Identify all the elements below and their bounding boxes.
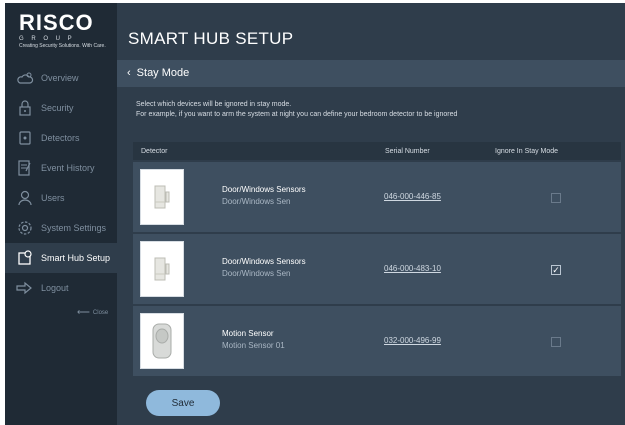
main-content: SMART HUB SETUP ‹ Stay Mode Select which… bbox=[117, 3, 625, 425]
sidebar-item-label: Smart Hub Setup bbox=[41, 253, 111, 263]
sidebar-item-overview[interactable]: Overview bbox=[5, 63, 117, 93]
description: Select which devices will be ignored in … bbox=[136, 100, 457, 120]
risco-logo: RISCO G R O U P Creating Security Soluti… bbox=[19, 12, 109, 60]
checkmark-icon: ✓ bbox=[552, 264, 560, 275]
sidebar-item-logout[interactable]: Logout bbox=[5, 273, 117, 303]
column-ignore: Ignore In Stay Mode bbox=[495, 147, 559, 155]
sidebar: RISCO G R O U P Creating Security Soluti… bbox=[5, 3, 117, 425]
page-header: SMART HUB SETUP bbox=[117, 3, 625, 60]
close-label: Close bbox=[92, 309, 109, 316]
sidebar-item-detectors[interactable]: Detectors bbox=[5, 123, 117, 153]
event-history-icon bbox=[15, 159, 35, 177]
logo-group-text: G R O U P bbox=[19, 36, 75, 42]
table-header: Detector Serial Number Ignore In Stay Mo… bbox=[133, 142, 621, 160]
sidebar-item-label: System Settings bbox=[41, 223, 107, 233]
serial-number-link[interactable]: 032-000-496-99 bbox=[384, 336, 441, 345]
device-name: Door/Windows Sensors bbox=[222, 257, 306, 266]
page-title: SMART HUB SETUP bbox=[128, 29, 294, 48]
description-line-1: Select which devices will be ignored in … bbox=[136, 101, 292, 108]
device-label: Motion Sensor 01 bbox=[222, 341, 285, 350]
save-button[interactable]: Save bbox=[146, 390, 220, 416]
column-detector: Detector bbox=[141, 147, 168, 155]
sidebar-item-label: Security bbox=[41, 103, 74, 113]
column-serial: Serial Number bbox=[385, 147, 430, 155]
logout-icon bbox=[15, 279, 35, 297]
arrow-left-icon: ⟵ bbox=[77, 307, 90, 317]
smart-hub-icon bbox=[15, 249, 35, 267]
table-row: Door/Windows Sensors Door/Windows Sen 04… bbox=[133, 234, 621, 304]
back-label: Stay Mode bbox=[136, 67, 190, 79]
logo-tagline: Creating Security Solutions. With Care. bbox=[19, 43, 106, 49]
back-button[interactable]: ‹ Stay Mode bbox=[127, 67, 189, 79]
table-row: Motion Sensor Motion Sensor 01 032-000-4… bbox=[133, 306, 621, 376]
sidebar-item-event-history[interactable]: Event History bbox=[5, 153, 117, 183]
user-icon bbox=[15, 189, 35, 207]
sidebar-item-security[interactable]: Security bbox=[5, 93, 117, 123]
sub-header: ‹ Stay Mode bbox=[117, 60, 625, 87]
serial-number-link[interactable]: 046-000-483-10 bbox=[384, 264, 441, 273]
sidebar-item-system-settings[interactable]: System Settings bbox=[5, 213, 117, 243]
door-window-sensor-image bbox=[140, 241, 184, 297]
sidebar-item-label: Event History bbox=[41, 163, 95, 173]
ignore-checkbox[interactable] bbox=[551, 337, 561, 347]
lock-icon bbox=[15, 99, 35, 117]
sidebar-item-smart-hub-setup[interactable]: Smart Hub Setup bbox=[5, 243, 117, 273]
gear-icon bbox=[15, 219, 35, 237]
device-label: Door/Windows Sen bbox=[222, 269, 291, 278]
device-label: Door/Windows Sen bbox=[222, 197, 291, 206]
close-sidebar-button[interactable]: ⟵ Close bbox=[77, 307, 108, 318]
app-window: RISCO G R O U P Creating Security Soluti… bbox=[0, 0, 625, 425]
logo-wordmark: RISCO bbox=[19, 12, 109, 34]
device-name: Motion Sensor bbox=[222, 329, 274, 338]
detector-icon bbox=[15, 129, 35, 147]
sidebar-nav: Overview Security Detectors Event Histor… bbox=[5, 63, 117, 303]
device-name: Door/Windows Sensors bbox=[222, 185, 306, 194]
sidebar-item-label: Overview bbox=[41, 73, 79, 83]
ignore-checkbox[interactable] bbox=[551, 193, 561, 203]
sidebar-item-label: Users bbox=[41, 193, 65, 203]
cloud-sun-icon bbox=[15, 69, 35, 87]
sidebar-item-label: Logout bbox=[41, 283, 69, 293]
serial-number-link[interactable]: 046-000-446-85 bbox=[384, 192, 441, 201]
motion-sensor-image bbox=[140, 313, 184, 369]
door-window-sensor-image bbox=[140, 169, 184, 225]
description-line-2: For example, if you want to arm the syst… bbox=[136, 111, 458, 118]
table-row: Door/Windows Sensors Door/Windows Sen 04… bbox=[133, 162, 621, 232]
sidebar-item-label: Detectors bbox=[41, 133, 80, 143]
ignore-checkbox[interactable]: ✓ bbox=[551, 265, 561, 275]
logo-text: RISCO bbox=[19, 10, 94, 35]
chevron-left-icon: ‹ bbox=[127, 67, 131, 79]
sidebar-item-users[interactable]: Users bbox=[5, 183, 117, 213]
